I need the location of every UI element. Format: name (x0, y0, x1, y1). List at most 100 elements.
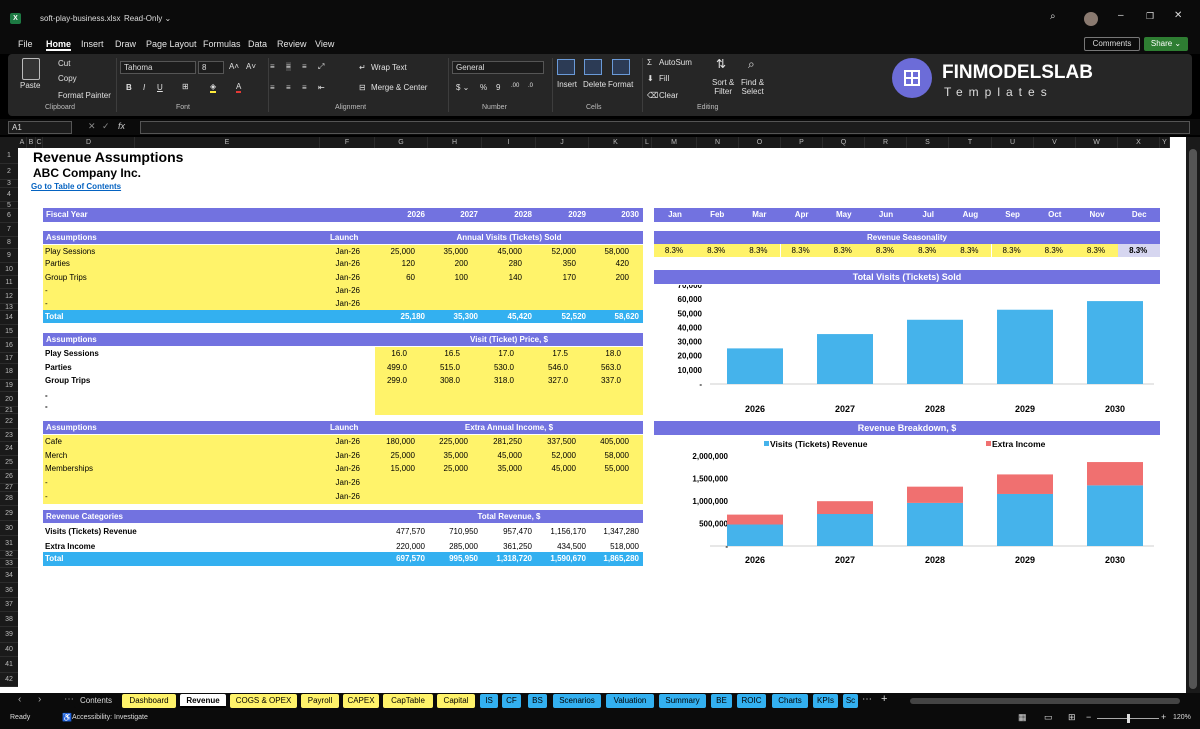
row-header-26[interactable]: 26 (0, 470, 18, 484)
fill-icon[interactable]: ⬇ (647, 74, 654, 83)
column-header-b[interactable]: B (27, 137, 36, 148)
align-bottom-icon[interactable]: ≡ (302, 62, 307, 71)
tab-is[interactable]: IS (480, 694, 498, 708)
tab-payroll[interactable]: Payroll (301, 694, 339, 708)
zoom-out-icon[interactable]: − (1086, 712, 1091, 722)
tab-scroll-icon[interactable]: ⋯ (64, 694, 74, 705)
accessibility-status[interactable]: Accessibility: Investigate (72, 714, 148, 721)
wrap-text-button[interactable]: Wrap Text (371, 63, 407, 72)
row-header-13[interactable]: 13 (0, 304, 18, 311)
column-header-k[interactable]: K (589, 137, 643, 148)
column-header-a[interactable]: A (18, 137, 27, 148)
column-header-c[interactable]: C (36, 137, 43, 148)
scroll-thumb[interactable] (1189, 149, 1197, 689)
row-header-20[interactable]: 20 (0, 392, 18, 407)
row-header-22[interactable]: 22 (0, 414, 18, 429)
column-header-y[interactable]: Y (1160, 137, 1170, 148)
tab-capital[interactable]: Capital (437, 694, 475, 708)
normal-view-icon[interactable]: ▦ (1018, 712, 1027, 723)
column-header-w[interactable]: W (1076, 137, 1118, 148)
close-icon[interactable]: ✕ (1174, 10, 1182, 21)
font-name-select[interactable]: Tahoma (120, 61, 196, 74)
decrease-decimal-icon[interactable]: .0 (528, 83, 533, 89)
column-header-g[interactable]: G (375, 137, 428, 148)
row-header-21[interactable]: 21 (0, 407, 18, 414)
delete-icon[interactable] (584, 59, 602, 75)
column-header-q[interactable]: Q (823, 137, 865, 148)
sort-filter-button[interactable]: Sort & Filter (712, 78, 734, 96)
fill-button[interactable]: Fill (659, 74, 669, 83)
percent-icon[interactable]: % (480, 83, 487, 92)
row-header-37[interactable]: 37 (0, 598, 18, 612)
align-center-icon[interactable]: ≡ (286, 83, 291, 92)
row-header-36[interactable]: 36 (0, 583, 18, 598)
row-header-28[interactable]: 28 (0, 492, 18, 506)
column-header-p[interactable]: P (781, 137, 823, 148)
copy-button[interactable]: Copy (58, 74, 77, 83)
format-icon[interactable] (612, 59, 630, 75)
column-header-s[interactable]: S (907, 137, 949, 148)
row-header-41[interactable]: 41 (0, 657, 18, 673)
row-header-9[interactable]: 9 (0, 249, 18, 263)
row-header-16[interactable]: 16 (0, 338, 18, 353)
column-header-v[interactable]: V (1034, 137, 1076, 148)
prev-sheet-icon[interactable]: ‹ (18, 694, 21, 705)
add-sheet-icon[interactable]: + (881, 693, 887, 705)
cut-button[interactable]: Cut (58, 59, 70, 68)
comma-icon[interactable]: 9 (496, 83, 500, 92)
comments-button[interactable]: Comments (1084, 37, 1140, 51)
more-sheets-icon[interactable]: ⋯ (862, 694, 872, 705)
row-header-14[interactable]: 14 (0, 311, 18, 325)
tab-dashboard[interactable]: Dashboard (122, 694, 176, 708)
minimize-icon[interactable]: – (1118, 10, 1124, 21)
tab-charts[interactable]: Charts (772, 694, 808, 708)
menu-insert[interactable]: Insert (81, 39, 104, 49)
sort-filter-icon[interactable]: ⇅ (716, 57, 726, 71)
menu-view[interactable]: View (315, 39, 334, 49)
tab-captable[interactable]: CapTable (383, 694, 433, 708)
column-header-j[interactable]: J (536, 137, 589, 148)
row-header-11[interactable]: 11 (0, 276, 18, 289)
tab-cogs-opex[interactable]: COGS & OPEX (230, 694, 297, 708)
zoom-thumb[interactable] (1127, 714, 1130, 723)
insert-cells-button[interactable]: Insert (557, 80, 577, 89)
column-header-h[interactable]: H (428, 137, 482, 148)
row-header-29[interactable]: 29 (0, 506, 18, 521)
wrap-icon[interactable]: ↵ (359, 63, 366, 72)
tab-contents[interactable]: Contents (74, 694, 118, 708)
bold-icon[interactable]: B (126, 83, 132, 92)
row-header-12[interactable]: 12 (0, 289, 18, 304)
row-header-40[interactable]: 40 (0, 643, 18, 657)
row-header-3[interactable]: 3 (0, 180, 18, 188)
page-break-view-icon[interactable]: ⊞ (1068, 712, 1076, 723)
insert-icon[interactable] (557, 59, 575, 75)
tab-be[interactable]: BE (711, 694, 732, 708)
column-header-d[interactable]: D (43, 137, 135, 148)
menu-draw[interactable]: Draw (115, 39, 136, 49)
column-header-o[interactable]: O (739, 137, 781, 148)
select-all-corner[interactable] (0, 137, 18, 148)
delete-cells-button[interactable]: Delete (583, 80, 606, 89)
align-left-icon[interactable]: ≡ (270, 83, 275, 92)
clear-button[interactable]: Clear (659, 91, 678, 100)
tab-valuation[interactable]: Valuation (606, 694, 654, 708)
menu-file[interactable]: File (18, 39, 33, 49)
tab-scenarios[interactable]: Scenarios (553, 694, 601, 708)
read-only-indicator[interactable]: Read-Only ⌄ (124, 14, 171, 23)
row-header-23[interactable]: 23 (0, 429, 18, 442)
menu-review[interactable]: Review (277, 39, 307, 49)
column-header-m[interactable]: M (652, 137, 697, 148)
row-header-33[interactable]: 33 (0, 559, 18, 568)
horizontal-scrollbar[interactable] (910, 698, 1180, 704)
row-header-34[interactable]: 34 (0, 568, 18, 583)
toc-link[interactable]: Go to Table of Contents (31, 182, 231, 191)
tab-revenue[interactable]: Revenue (180, 694, 226, 708)
avatar[interactable] (1084, 12, 1098, 26)
tab-cf[interactable]: CF (502, 694, 521, 708)
zoom-in-icon[interactable]: + (1161, 712, 1166, 722)
page-layout-view-icon[interactable]: ▭ (1044, 712, 1053, 723)
font-color-icon[interactable]: A (236, 82, 242, 93)
column-header-u[interactable]: U (992, 137, 1034, 148)
restore-icon[interactable]: ❐ (1146, 11, 1154, 22)
name-box[interactable]: A1 (8, 121, 72, 134)
